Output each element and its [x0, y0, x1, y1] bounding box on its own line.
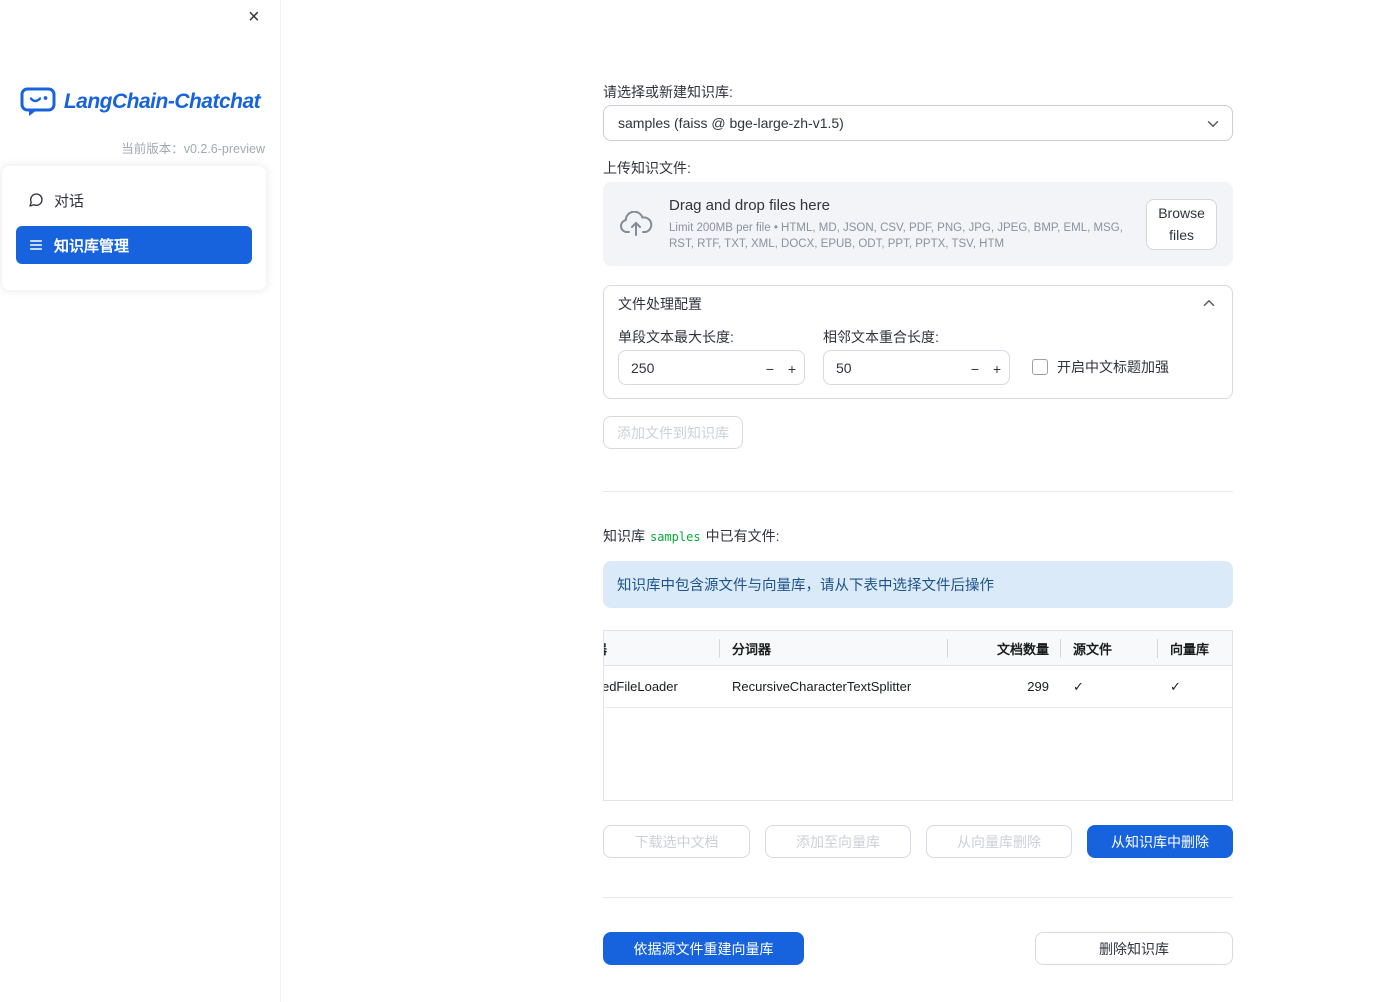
dropzone-title: Drag and drop files here: [669, 196, 830, 214]
expander-header[interactable]: 文件处理配置: [604, 286, 1232, 322]
sidebar-item-label: 对话: [54, 192, 85, 210]
app-title: LangChain-Chatchat: [63, 89, 261, 113]
kb-select-value: samples (faiss @ bge-large-zh-v1.5): [618, 115, 844, 131]
table-header-row: 文档加载器 分词器 文档数量 源文件 向量库: [604, 631, 1232, 666]
title-enhance-checkbox[interactable]: [1032, 359, 1048, 375]
cell-doc-count: 299: [1027, 679, 1049, 694]
download-selected-button[interactable]: 下载选中文档: [603, 825, 750, 858]
cell-source-check: ✓: [1073, 678, 1084, 694]
divider: [603, 897, 1233, 898]
add-to-vector-store-button[interactable]: 添加至向量库: [765, 825, 911, 858]
sidebar: × LangChain-Chatchat 当前版本：v0.2.6-preview…: [0, 0, 280, 1002]
chevron-down-icon: [1204, 115, 1222, 136]
list-icon: [29, 240, 43, 250]
col-doc-count[interactable]: 文档数量: [948, 631, 1061, 665]
col-source-file[interactable]: 源文件: [1061, 631, 1158, 665]
remove-from-vector-store-button[interactable]: 从向量库删除: [926, 825, 1072, 858]
sidebar-close-icon[interactable]: ×: [248, 6, 260, 28]
table-row[interactable]: UnstructuredFileLoader RecursiveCharacte…: [604, 666, 1232, 708]
overlap-input[interactable]: [824, 359, 934, 376]
sidebar-item-label: 知识库管理: [54, 237, 130, 255]
title-enhance-option: 开启中文标题加强: [1032, 357, 1169, 377]
max-length-input-wrap: − +: [618, 350, 805, 385]
decrement-icon[interactable]: −: [758, 351, 782, 386]
delete-kb-button[interactable]: 删除知识库: [1035, 932, 1233, 965]
sidebar-item-dialogue[interactable]: 对话: [16, 181, 252, 219]
file-config-expander: 文件处理配置 单段文本最大长度: 相邻文本重合长度: − + − + 开启中文标…: [603, 285, 1233, 399]
kb-name-code: samples: [650, 530, 701, 544]
cloud-upload-icon: [620, 210, 653, 236]
delete-from-kb-button[interactable]: 从知识库中删除: [1087, 825, 1233, 858]
kb-select[interactable]: samples (faiss @ bge-large-zh-v1.5): [603, 105, 1233, 141]
title-enhance-label: 开启中文标题加强: [1057, 359, 1169, 375]
sidebar-menu: 对话 知识库管理: [2, 166, 266, 290]
col-splitter[interactable]: 分词器: [720, 631, 948, 665]
max-length-label: 单段文本最大长度:: [618, 329, 734, 345]
browse-files-button[interactable]: Browse files: [1146, 198, 1217, 250]
max-length-input[interactable]: [619, 359, 729, 376]
overlap-label: 相邻文本重合长度:: [823, 329, 939, 345]
cell-vector-check: ✓: [1170, 678, 1181, 694]
dropzone-text: Drag and drop files here Limit 200MB per…: [669, 197, 1146, 252]
info-text: 知识库中包含源文件与向量库，请从下表中选择文件后操作: [617, 578, 994, 594]
increment-icon[interactable]: +: [780, 351, 804, 386]
dropzone-limit: Limit 200MB per file • HTML, MD, JSON, C…: [669, 221, 1123, 250]
col-vector-store[interactable]: 向量库: [1158, 631, 1232, 665]
divider: [603, 491, 1233, 492]
cell-loader: UnstructuredFileLoader: [604, 679, 678, 694]
app-logo: LangChain-Chatchat: [0, 86, 280, 117]
expander-title: 文件处理配置: [618, 296, 702, 312]
upload-label: 上传知识文件:: [603, 160, 691, 176]
version-label: 当前版本：v0.2.6-preview: [121, 142, 265, 156]
decrement-icon[interactable]: −: [963, 351, 987, 386]
file-dropzone[interactable]: Drag and drop files here Limit 200MB per…: [603, 182, 1233, 266]
chat-bubble-icon: [29, 193, 43, 207]
rebuild-vector-store-button[interactable]: 依据源文件重建向量库: [603, 932, 804, 965]
kb-select-label: 请选择或新建知识库:: [603, 84, 733, 100]
table-action-buttons: 下载选中文档 添加至向量库 从向量库删除 从知识库中删除: [603, 825, 1233, 858]
sidebar-item-knowledge-base[interactable]: 知识库管理: [16, 226, 252, 264]
increment-icon[interactable]: +: [985, 351, 1009, 386]
cell-splitter: RecursiveCharacterTextSplitter: [732, 679, 912, 694]
add-files-button[interactable]: 添加文件到知识库: [603, 416, 743, 449]
logo-chat-icon: [20, 87, 56, 116]
chevron-up-icon: [1200, 294, 1218, 315]
col-loader[interactable]: 文档加载器: [604, 631, 720, 665]
info-banner: 知识库中包含源文件与向量库，请从下表中选择文件后操作: [603, 561, 1233, 608]
overlap-input-wrap: − +: [823, 350, 1010, 385]
existing-files-line: 知识库 samples 中已有文件:: [603, 528, 780, 544]
files-table[interactable]: 文档加载器 分词器 文档数量 源文件 向量库 UnstructuredFileL…: [603, 630, 1233, 801]
